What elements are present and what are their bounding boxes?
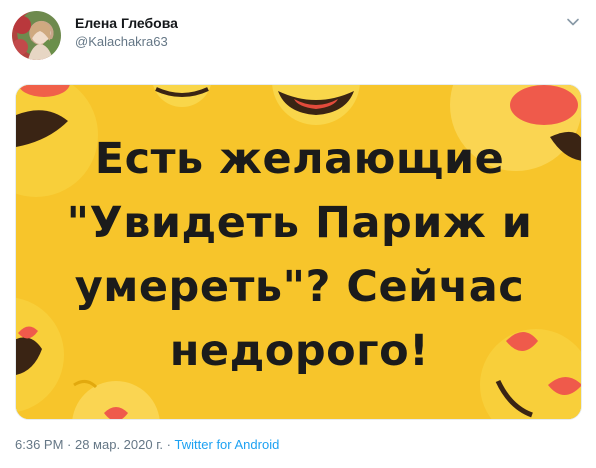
meme-line: "Увидеть Париж и (66, 198, 533, 248)
tweet-date[interactable]: 28 мар. 2020 г. (75, 437, 163, 452)
author-handle[interactable]: @Kalachakra63 (75, 34, 168, 49)
meme-line: Есть желающие (94, 134, 505, 184)
meme-caption: Есть желающие "Увидеть Париж и умереть"?… (16, 127, 581, 383)
avatar-image (12, 16, 61, 60)
tweet-metadata: 6:36 PM · 28 мар. 2020 г. · Twitter for … (15, 437, 279, 452)
separator: · (162, 437, 175, 452)
tweet: Елена Глебова @Kalachakra63 Есть желающи… (0, 0, 596, 468)
avatar[interactable] (12, 11, 61, 60)
tweet-source-link[interactable]: Twitter for Android (175, 437, 280, 452)
meme-line: умереть"? Сейчас (74, 262, 525, 312)
tweet-time[interactable]: 6:36 PM (15, 437, 63, 452)
separator: · (63, 437, 75, 452)
tweet-media-image[interactable]: Есть желающие "Увидеть Париж и умереть"?… (15, 84, 582, 420)
chevron-down-icon[interactable] (566, 15, 580, 29)
author-name[interactable]: Елена Глебова (75, 15, 178, 31)
meme-line: недорого! (169, 326, 430, 376)
